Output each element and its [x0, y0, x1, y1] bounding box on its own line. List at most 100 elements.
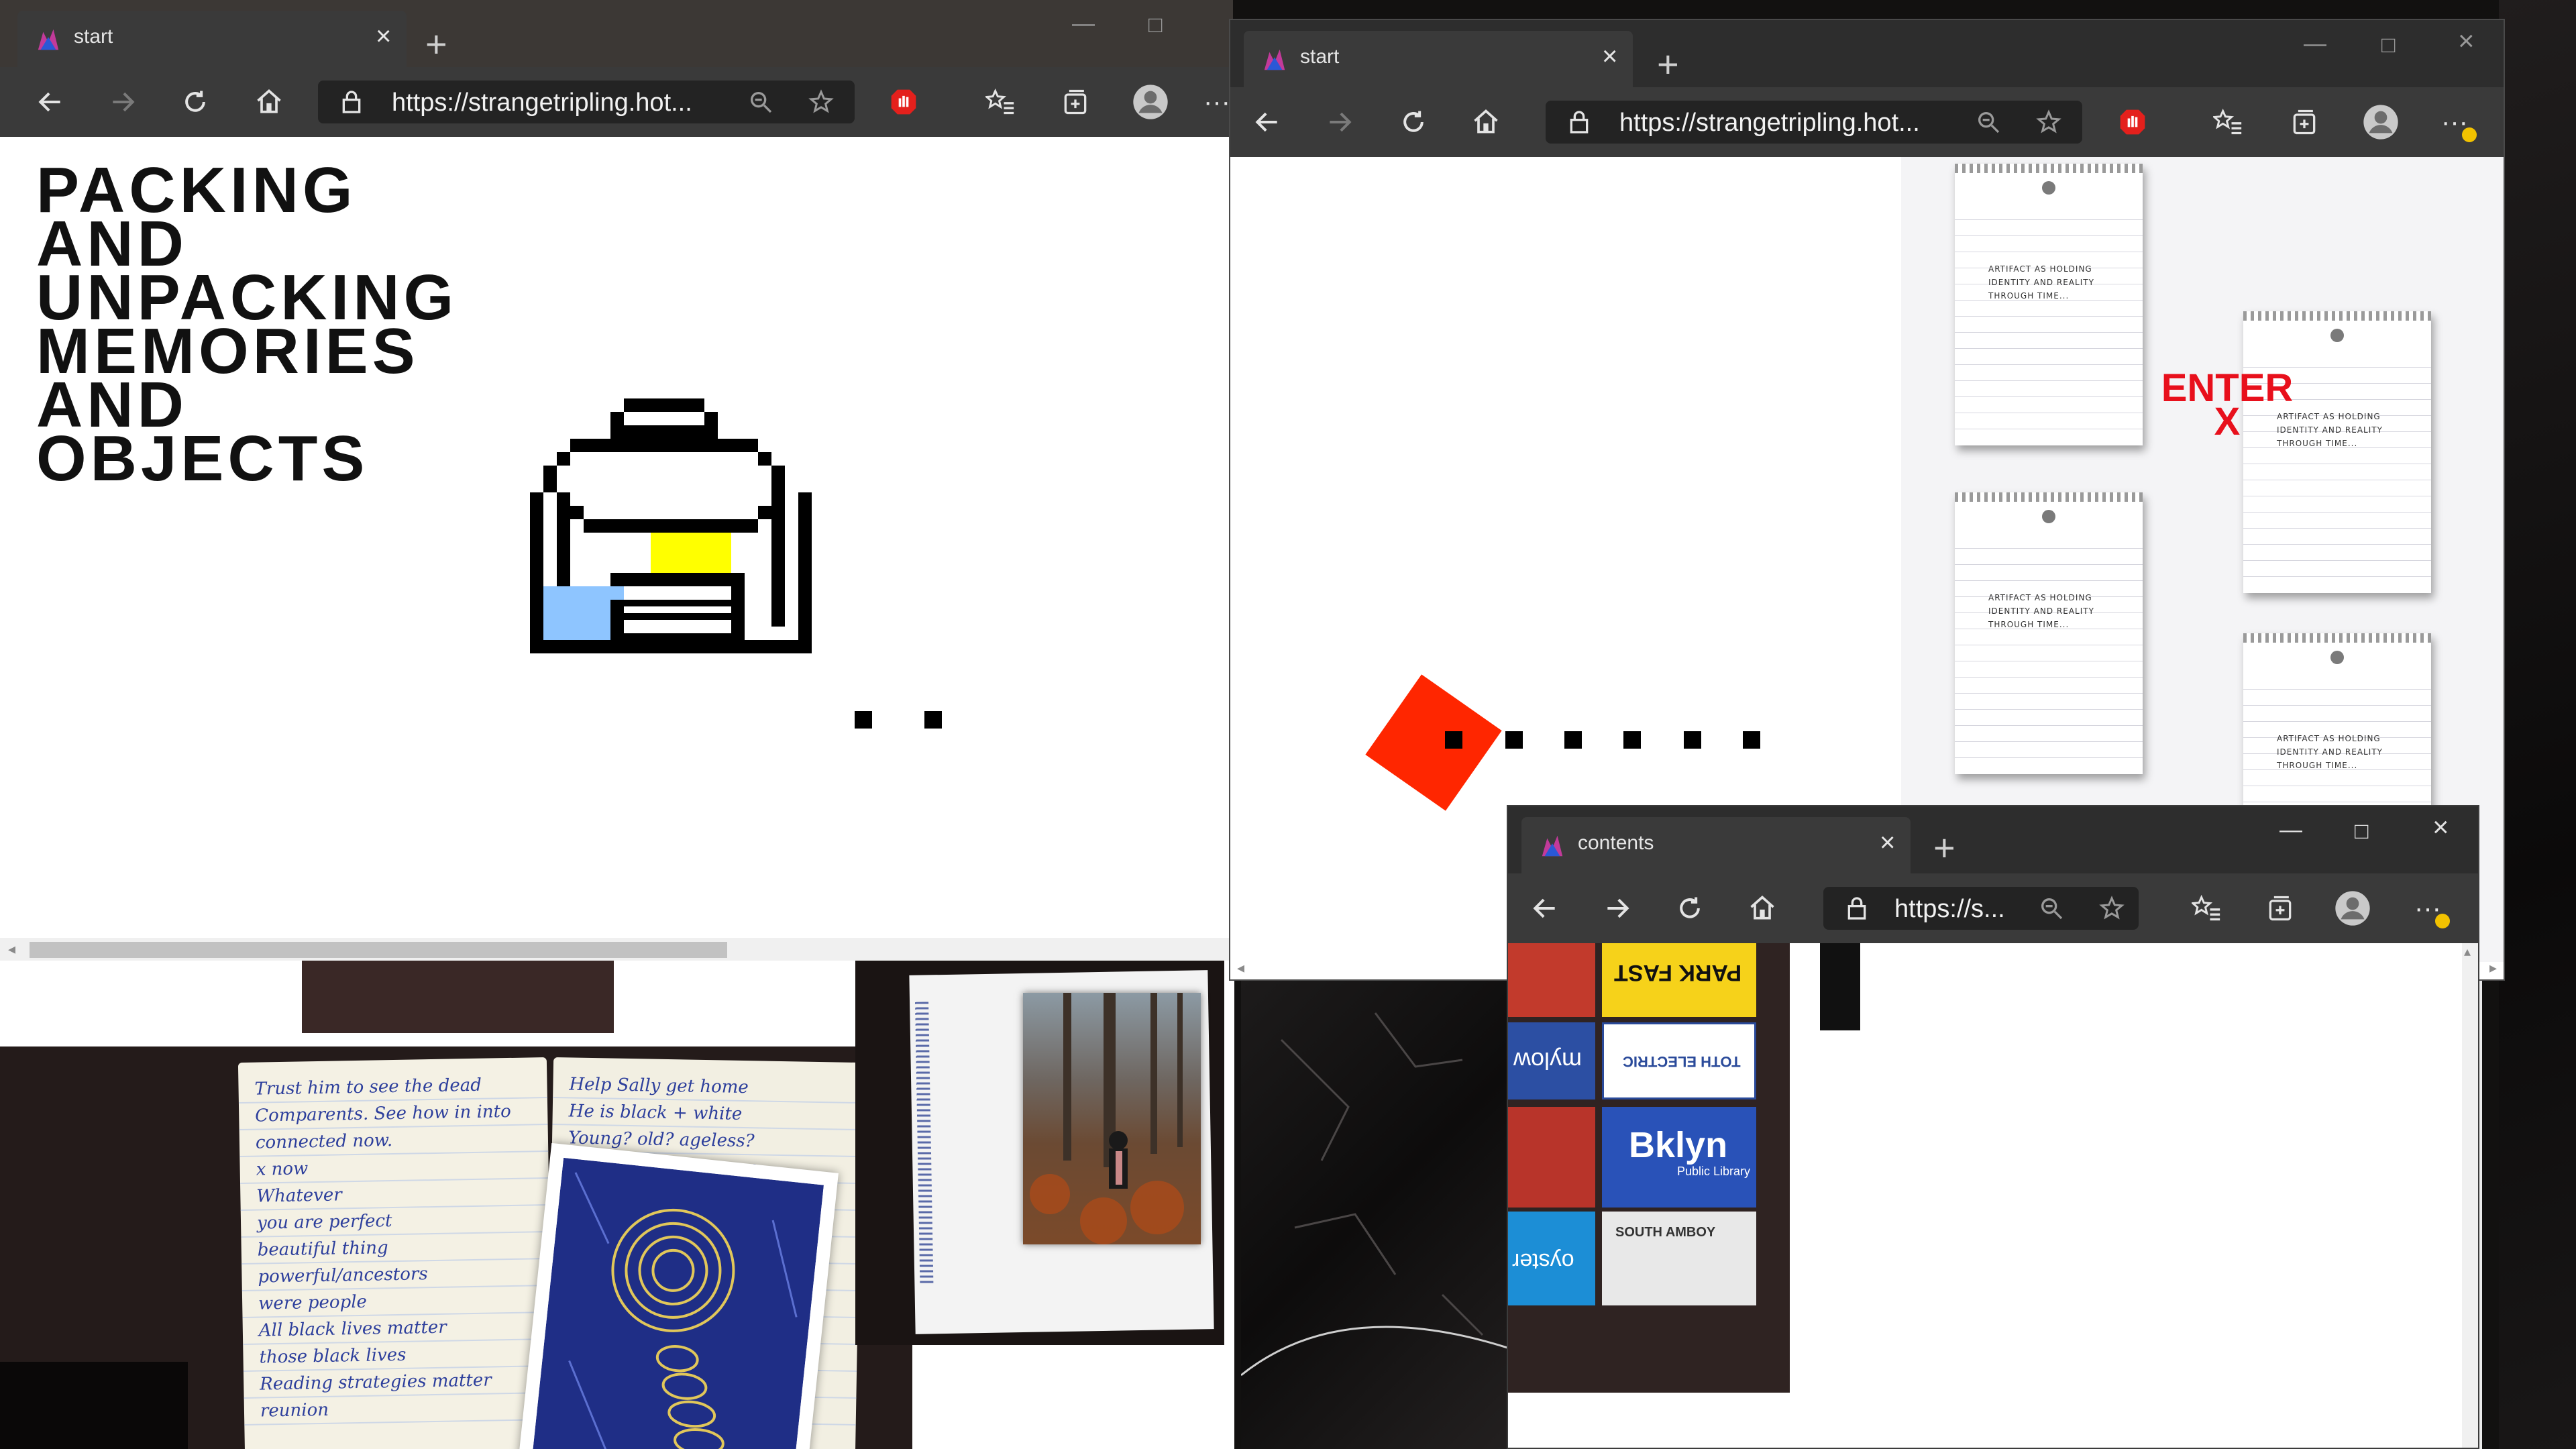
collections-button[interactable]	[2281, 87, 2328, 157]
zoom-icon[interactable]	[1975, 109, 2002, 136]
address-bar[interactable]: https://s...	[1823, 887, 2139, 930]
adblock-extension-button[interactable]	[2109, 87, 2156, 157]
forward-button[interactable]	[99, 67, 146, 137]
tab-contents[interactable]: contents ×	[1521, 817, 1911, 873]
marble-texture	[1241, 1012, 1509, 1377]
more-menu-button[interactable]: ···	[2431, 87, 2478, 157]
tab-bar: start × + — □ ×	[1230, 20, 2504, 87]
tab-bar: contents × + — □ ×	[1508, 806, 2478, 873]
home-button[interactable]	[246, 67, 292, 137]
dark-photo-top-left	[302, 959, 614, 1033]
notepad-text: ARTIFACT AS HOLDING	[1988, 593, 2092, 602]
profile-button[interactable]	[2357, 87, 2404, 157]
favorite-star-icon[interactable]	[808, 89, 835, 115]
profile-button[interactable]	[2329, 873, 2376, 943]
scroll-up-arrow[interactable]: ▴	[2464, 943, 2471, 960]
page-content: PARK FAST mylow TOTH ELECTRIC Bklyn Publ…	[1508, 943, 2478, 1448]
close-window-button[interactable]: ×	[2432, 813, 2449, 841]
maximize-button[interactable]: □	[2355, 820, 2369, 843]
favorites-button[interactable]	[977, 67, 1024, 137]
card-bklyn: Bklyn Public Library	[1602, 1107, 1756, 1208]
tab-start[interactable]: start ×	[17, 11, 407, 67]
maximize-button[interactable]: □	[2381, 34, 2396, 56]
enter-link[interactable]: ENTER X	[2160, 369, 2294, 443]
close-tab-icon[interactable]: ×	[1602, 43, 1617, 70]
lock-icon	[342, 91, 361, 113]
notepad-3[interactable]: ARTIFACT AS HOLDING IDENTITY AND REALITY…	[2243, 311, 2431, 593]
dark-marble-background	[1241, 959, 1509, 1449]
horizontal-scroll-thumb[interactable]	[30, 942, 727, 958]
scroll-left-arrow[interactable]: ◂	[8, 941, 15, 958]
tab-start[interactable]: start ×	[1244, 31, 1633, 87]
address-bar[interactable]: https://strangetripling.hot...	[318, 80, 855, 123]
forward-button[interactable]	[1316, 87, 1363, 157]
favorite-star-icon[interactable]	[2035, 109, 2062, 136]
favorites-button[interactable]	[2204, 87, 2251, 157]
horizontal-scrollbar[interactable]: ◂	[0, 938, 1233, 961]
favorites-list-icon	[2192, 894, 2220, 921]
swirl-print	[517, 1142, 839, 1449]
refresh-button[interactable]	[172, 67, 219, 137]
zoom-icon[interactable]	[2038, 895, 2065, 922]
forward-arrow-icon	[1607, 898, 1629, 918]
ellipsis-dot-6	[1743, 731, 1760, 749]
browser-window-main: start × + — □ https://strangetripling.ho…	[0, 0, 1233, 961]
forward-button[interactable]	[1594, 873, 1641, 943]
notepad-2[interactable]: ARTIFACT AS HOLDING IDENTITY AND REALITY…	[1955, 492, 2143, 774]
close-tab-icon[interactable]: ×	[1880, 829, 1895, 856]
toolbar: https://s... ···	[1508, 873, 2478, 943]
new-tab-button[interactable]: +	[1657, 46, 1679, 83]
refresh-button[interactable]	[1390, 87, 1437, 157]
refresh-button[interactable]	[1666, 873, 1713, 943]
tab-bar: start × + — □	[0, 0, 1233, 67]
adblock-extension-button[interactable]	[880, 67, 927, 137]
home-button[interactable]	[1739, 873, 1786, 943]
profile-button[interactable]	[1127, 67, 1174, 137]
more-menu-button[interactable]: ···	[1201, 67, 1233, 137]
minimize-button[interactable]: —	[1072, 12, 1095, 35]
collections-button[interactable]	[2257, 873, 2304, 943]
close-tab-icon[interactable]: ×	[376, 23, 391, 50]
toolbar: https://strangetripling.hot... ···	[0, 67, 1233, 137]
envelope-photo	[855, 959, 1224, 1345]
adblock-hand-icon	[2120, 109, 2145, 135]
back-button[interactable]	[27, 67, 74, 137]
scroll-right-arrow[interactable]: ▸	[2489, 959, 2497, 977]
minimize-button[interactable]: —	[2304, 32, 2326, 55]
back-button[interactable]	[1521, 873, 1568, 943]
zoom-icon[interactable]	[747, 89, 774, 115]
forward-arrow-icon	[1330, 112, 1352, 132]
profile-avatar-icon	[2335, 891, 2370, 926]
collections-button[interactable]	[1052, 67, 1099, 137]
maximize-button[interactable]: □	[1148, 13, 1163, 36]
ellipsis-dot-5	[1684, 731, 1701, 749]
notepad-lines	[1955, 204, 2143, 439]
new-tab-button[interactable]: +	[1933, 829, 1955, 867]
notepad-spiral	[2243, 633, 2431, 643]
favorites-button[interactable]	[2183, 873, 2230, 943]
notepad-1[interactable]: ARTIFACT AS HOLDING IDENTITY AND REALITY…	[1955, 164, 2143, 445]
enter-x-label: X	[2214, 400, 2241, 443]
backpack-pixel-art	[530, 398, 812, 653]
notepad-lines	[1955, 533, 2143, 767]
dark-marble-right	[2499, 0, 2576, 1449]
notepad-text: THROUGH TIME...	[1988, 620, 2070, 629]
more-menu-button[interactable]: ···	[2404, 873, 2451, 943]
back-button[interactable]	[1244, 87, 1291, 157]
home-icon	[1474, 109, 1498, 133]
forest-photo-image	[1030, 993, 1184, 1244]
lock-icon	[1570, 111, 1589, 133]
minimize-button[interactable]: —	[2279, 818, 2302, 841]
new-tab-button[interactable]: +	[425, 25, 447, 63]
desktop: Trust him to see the dead Comparents. See…	[0, 0, 2576, 1449]
notification-badge-icon	[2435, 914, 2450, 928]
notepad-text: THROUGH TIME...	[1988, 291, 2070, 301]
handwriting-line: reunion	[260, 1399, 329, 1421]
vertical-scrollbar[interactable]: ▴	[2462, 943, 2478, 1448]
favorite-star-icon[interactable]	[2098, 895, 2125, 922]
close-window-button[interactable]: ×	[2458, 27, 2475, 55]
notepad-text: IDENTITY AND REALITY	[1988, 606, 2094, 616]
home-button[interactable]	[1462, 87, 1509, 157]
address-bar[interactable]: https://strangetripling.hot...	[1546, 101, 2082, 144]
scroll-left-arrow[interactable]: ◂	[1237, 959, 1244, 977]
